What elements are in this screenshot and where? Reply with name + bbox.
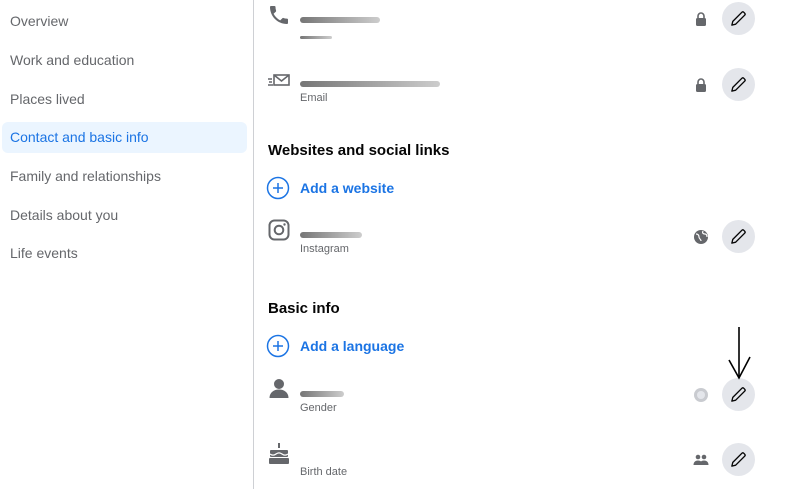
email-label: Email (300, 92, 328, 104)
friends-icon[interactable] (693, 452, 709, 468)
sidebar-item-places-lived[interactable]: Places lived (2, 84, 247, 115)
pencil-icon (731, 387, 746, 402)
sidebar-item-details-about-you[interactable]: Details about you (2, 200, 247, 231)
plus-circle-icon (266, 176, 290, 200)
plus-circle-icon (266, 334, 290, 358)
pencil-icon (731, 11, 746, 26)
lock-icon[interactable] (693, 11, 709, 27)
lock-icon[interactable] (693, 77, 709, 93)
instagram-label: Instagram (300, 243, 349, 255)
instagram-value-redacted (300, 225, 362, 241)
sidebar-item-work-and-education[interactable]: Work and education (2, 45, 247, 76)
globe-icon[interactable] (693, 387, 709, 403)
edit-instagram-button[interactable] (722, 220, 755, 253)
gender-label: Gender (300, 402, 337, 414)
edit-gender-button[interactable] (722, 378, 755, 411)
about-sidebar: Overview Work and education Places lived… (0, 0, 253, 489)
websites-section-title: Websites and social links (268, 142, 450, 159)
phone-sub-redacted (300, 30, 332, 42)
globe-icon[interactable] (693, 229, 709, 245)
pencil-icon (731, 229, 746, 244)
phone-value-redacted (300, 10, 380, 26)
add-website-label: Add a website (300, 180, 395, 196)
cake-icon (267, 442, 291, 466)
add-language-label: Add a language (300, 338, 405, 354)
sidebar-item-contact-and-basic-info[interactable]: Contact and basic info (2, 122, 247, 153)
pencil-icon (731, 452, 746, 467)
birth-date-label: Birth date (300, 466, 348, 478)
basic-info-section-title: Basic info (268, 300, 340, 317)
sidebar-item-family-and-relationships[interactable]: Family and relationships (2, 161, 247, 192)
edit-birth-date-button[interactable] (722, 443, 755, 476)
edit-email-button[interactable] (722, 68, 755, 101)
add-language-link[interactable]: Add a language (266, 334, 404, 358)
sidebar-item-life-events[interactable]: Life events (2, 238, 247, 269)
envelope-icon (267, 70, 291, 94)
pencil-icon (731, 77, 746, 92)
annotation-arrow (728, 327, 751, 380)
person-icon (267, 376, 291, 400)
phone-icon (267, 3, 291, 27)
email-value-redacted (300, 74, 440, 90)
instagram-icon (267, 218, 291, 242)
add-website-link[interactable]: Add a website (266, 176, 394, 200)
edit-phone-button[interactable] (722, 2, 755, 35)
contact-info-panel: Email Websites and social links Add a we… (254, 0, 791, 489)
gender-value-redacted (300, 384, 344, 400)
sidebar-item-overview[interactable]: Overview (2, 6, 247, 37)
